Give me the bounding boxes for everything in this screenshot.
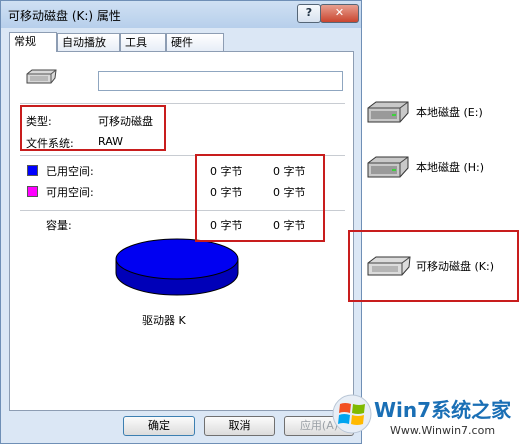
hard-drive-icon (367, 156, 409, 178)
window-title: 可移动磁盘 (K:) 属性 (8, 9, 121, 23)
watermark-brand: Win7系统之家 (374, 398, 512, 422)
removable-drive-icon (26, 69, 57, 84)
free-space-label: 可用空间: (46, 186, 94, 199)
watermark-url: Www.Winwin7.com (390, 424, 496, 437)
help-button[interactable]: ? (297, 4, 321, 23)
desktop-drive-k[interactable]: 可移动磁盘 (K:) (366, 253, 516, 281)
removable-drive-icon (367, 256, 411, 276)
watermark: Win7系统之家 Www.Winwin7.com (330, 388, 522, 444)
cancel-button[interactable]: 取消 (204, 416, 275, 436)
drive-label: 可移动磁盘 (K:) (416, 260, 494, 273)
drive-label: 本地磁盘 (E:) (416, 106, 483, 119)
used-space-swatch (27, 165, 38, 176)
drive-name-input[interactable] (98, 71, 343, 91)
tab-autoplay[interactable]: 自动播放 (57, 33, 120, 51)
used-space-label: 已用空间: (46, 165, 94, 178)
separator (20, 103, 345, 104)
hard-drive-icon (367, 101, 409, 123)
close-button[interactable]: ✕ (320, 4, 359, 23)
capacity-label: 容量: (46, 219, 72, 232)
title-bar[interactable]: 可移动磁盘 (K:) 属性 ? ✕ (1, 1, 361, 28)
tab-general[interactable]: 常规 (9, 32, 57, 52)
tab-tools[interactable]: 工具 (120, 33, 166, 51)
highlight-box (20, 105, 166, 151)
free-space-swatch (27, 186, 38, 197)
drive-caption: 驱动器 K (142, 314, 186, 327)
highlight-box (195, 154, 325, 242)
usage-pie-chart (115, 238, 239, 296)
tab-hardware[interactable]: 硬件 (166, 33, 224, 51)
desktop-drive-e[interactable]: 本地磁盘 (E:) (366, 98, 516, 126)
desktop-drive-h[interactable]: 本地磁盘 (H:) (366, 153, 516, 181)
ok-button[interactable]: 确定 (123, 416, 195, 436)
windows-logo-icon (332, 394, 372, 434)
drive-label: 本地磁盘 (H:) (416, 161, 485, 174)
